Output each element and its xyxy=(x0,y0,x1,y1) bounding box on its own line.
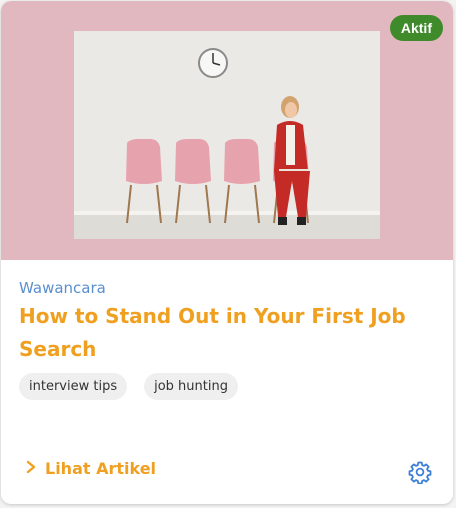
view-article-label: Lihat Artikel xyxy=(45,459,157,478)
view-article-link[interactable]: Lihat Artikel xyxy=(25,459,156,478)
chevron-right-icon xyxy=(25,459,37,478)
tag-chip[interactable]: interview tips xyxy=(19,373,128,400)
tag-list: interview tips job hunting xyxy=(19,373,238,400)
status-badge: Aktif xyxy=(389,15,443,41)
card-hero: Aktif xyxy=(1,1,453,260)
gear-icon[interactable] xyxy=(408,460,432,485)
article-image xyxy=(74,31,380,239)
article-category[interactable]: Wawancara xyxy=(19,279,106,297)
tag-chip[interactable]: job hunting xyxy=(144,373,238,400)
article-title[interactable]: How to Stand Out in Your First Job Searc… xyxy=(19,300,439,366)
article-card[interactable]: Aktif Wawancara How to Stand Out in Your… xyxy=(1,1,453,504)
